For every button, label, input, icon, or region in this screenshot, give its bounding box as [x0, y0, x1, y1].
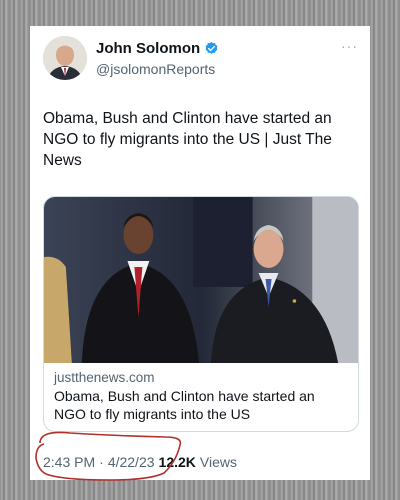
verified-badge-icon: [205, 41, 218, 54]
author-name[interactable]: John Solomon: [96, 40, 200, 57]
views-count: 12.2K: [158, 454, 196, 470]
author-avatar[interactable]: [43, 36, 87, 80]
tweet-time[interactable]: 2:43 PM: [43, 454, 95, 470]
tweet-card: John Solomon @jsolomonReports ··· Obama,…: [30, 26, 370, 480]
tweet-text: Obama, Bush and Clinton have started an …: [43, 110, 332, 169]
link-preview-image: [44, 197, 358, 363]
author-handle[interactable]: @jsolomonReports: [96, 61, 215, 77]
more-horizontal-icon[interactable]: ···: [341, 38, 358, 54]
link-title: Obama, Bush and Clinton have started an …: [54, 388, 315, 422]
author-name-row: John Solomon: [96, 40, 219, 57]
link-preview-meta: justthenews.com Obama, Bush and Clinton …: [44, 363, 358, 423]
link-domain: justthenews.com: [54, 370, 155, 385]
views-label: Views: [199, 454, 237, 470]
tweet-date[interactable]: 4/22/23: [108, 454, 155, 470]
tweet-meta: 2:43 PM · 4/22/23 12.2K Views: [43, 454, 237, 470]
meta-separator: ·: [99, 454, 104, 470]
link-preview-card[interactable]: justthenews.com Obama, Bush and Clinton …: [43, 196, 359, 432]
